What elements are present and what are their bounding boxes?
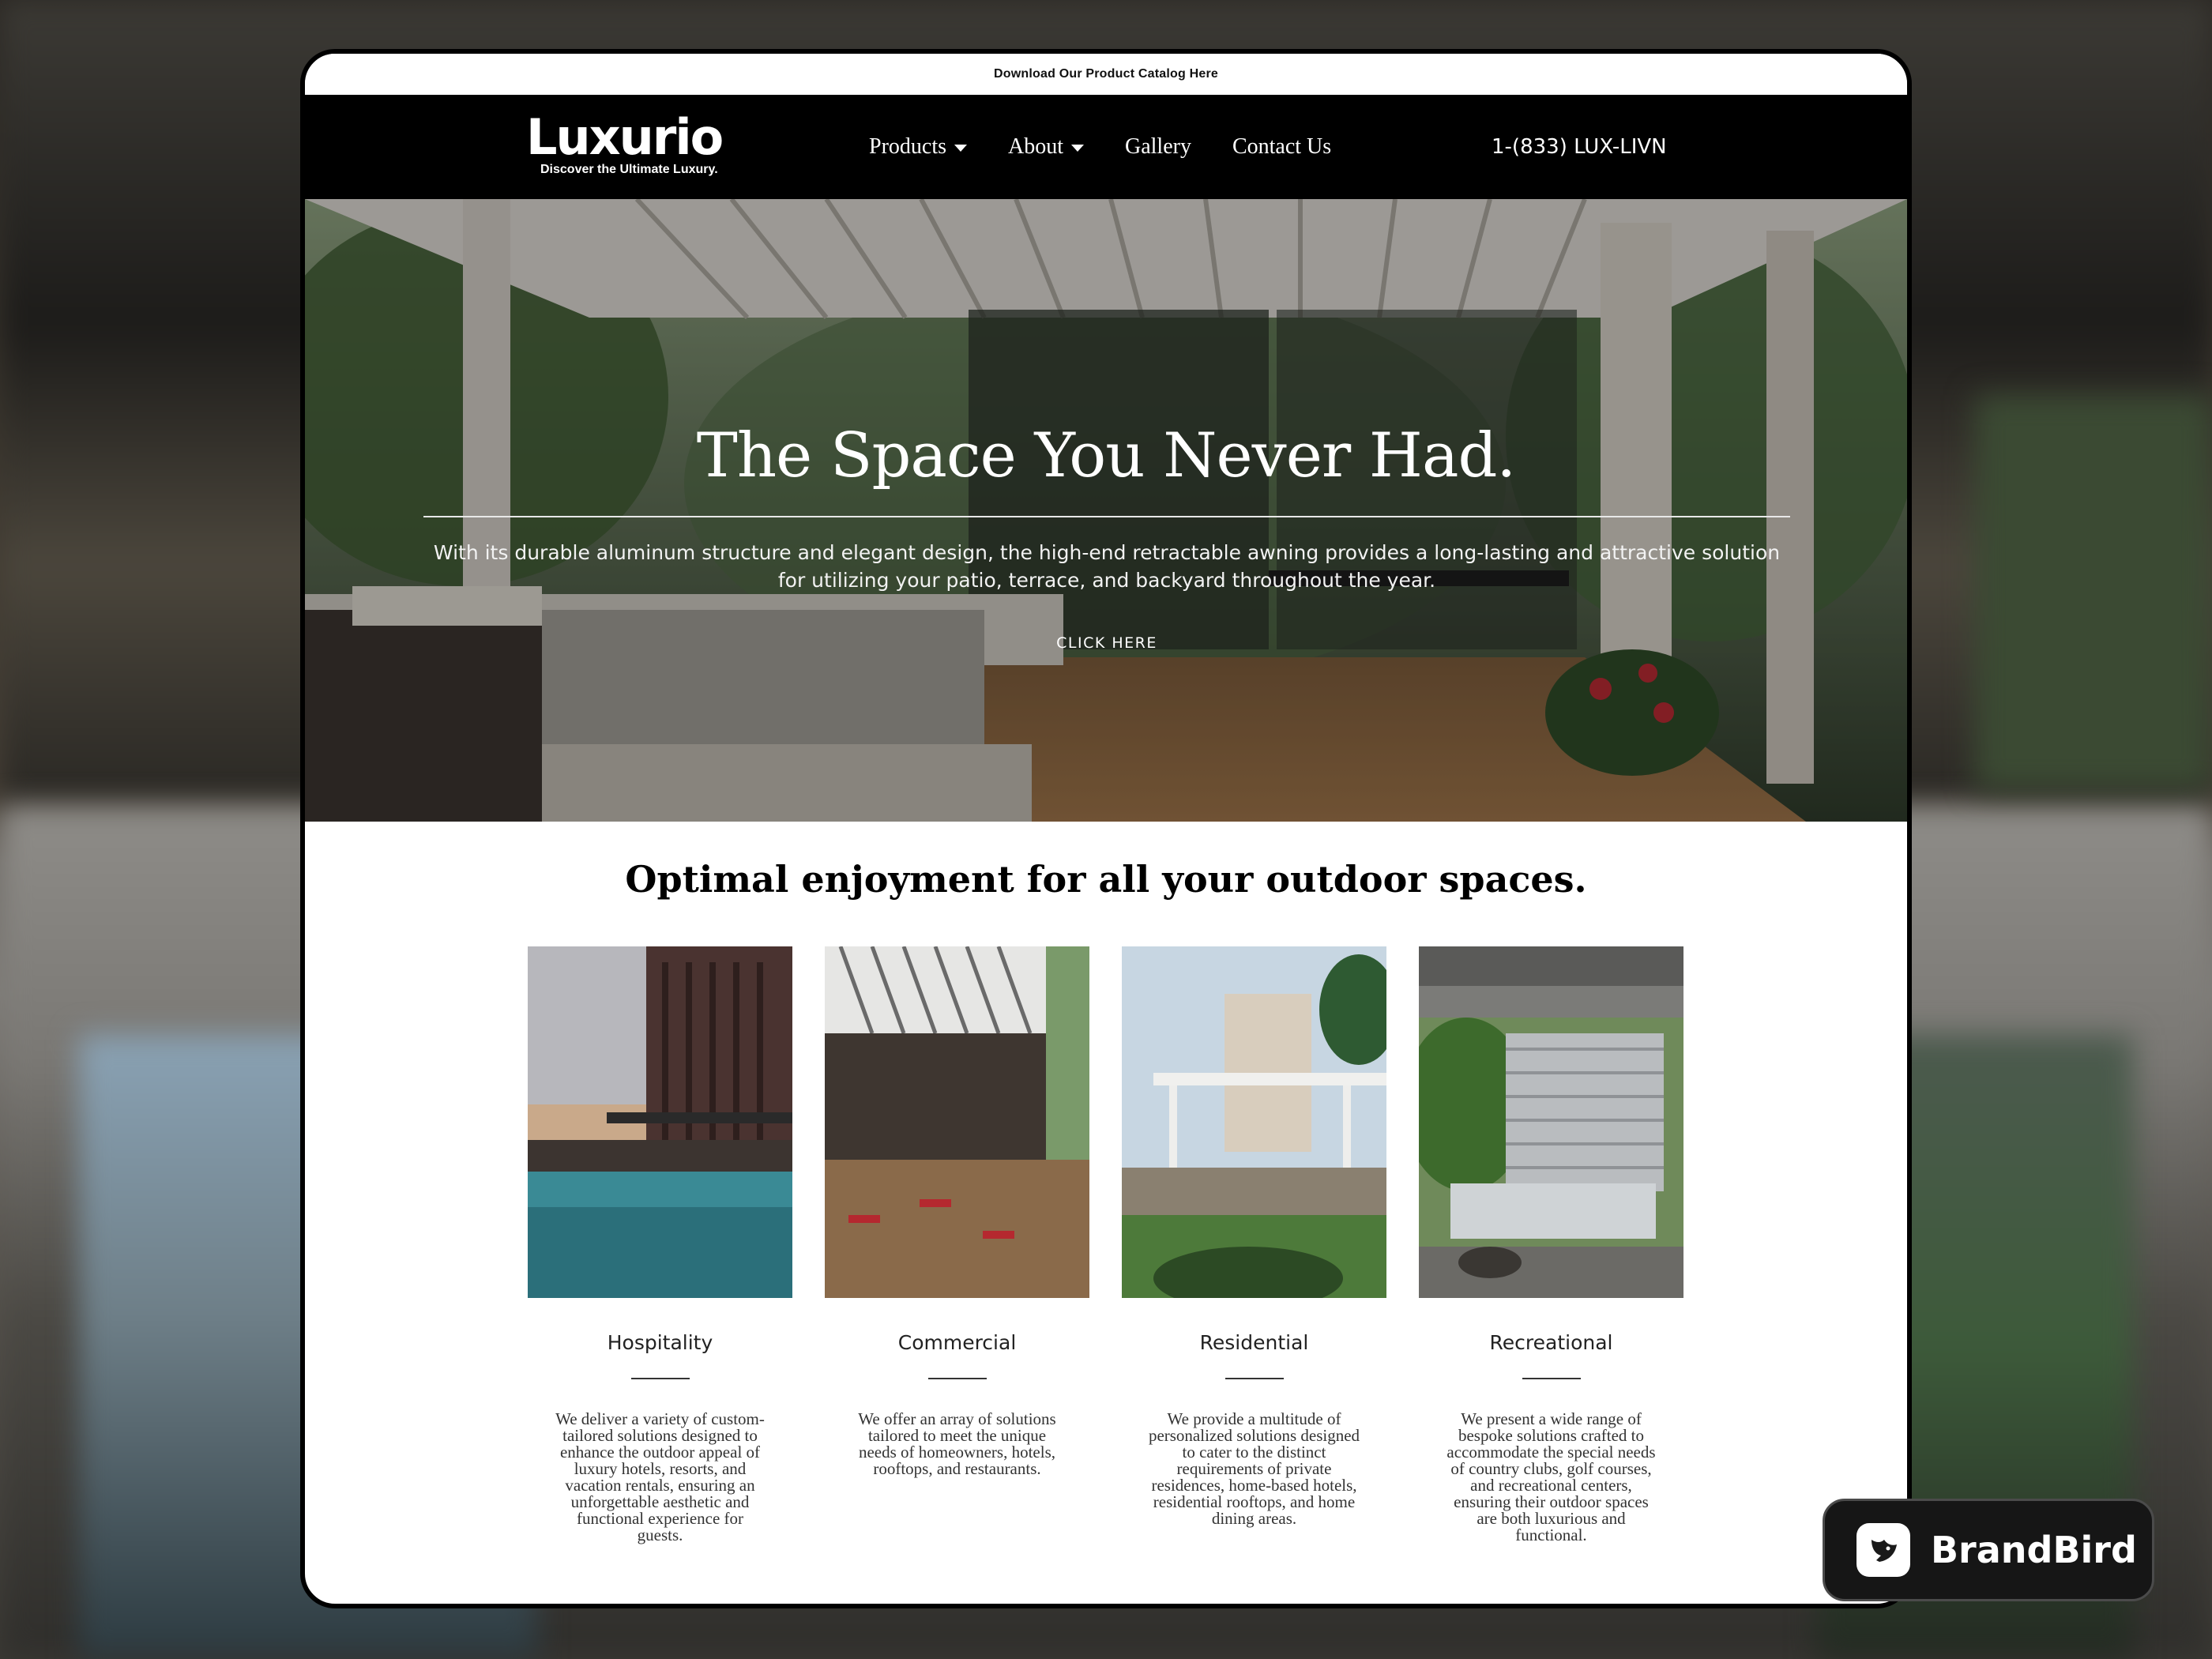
- card-description: We present a wide range of bespoke solut…: [1446, 1409, 1656, 1544]
- nav-item-label[interactable]: Contact Us: [1232, 134, 1331, 160]
- card-title: Residential: [1199, 1331, 1309, 1354]
- card-description: We offer an array of solutions tailored …: [858, 1409, 1056, 1478]
- card-divider: [927, 1378, 987, 1379]
- hero-subtitle: With its durable aluminum structure and …: [433, 541, 1781, 592]
- background-blur-foliage: [1975, 395, 2212, 790]
- card-title: Recreational: [1489, 1331, 1613, 1354]
- card-recreational[interactable]: Recreational We present a wide range of …: [1419, 946, 1683, 1544]
- card-commercial[interactable]: Commercial We offer an array of solution…: [825, 946, 1089, 1544]
- caret-down-icon[interactable]: [1071, 145, 1084, 152]
- card-divider: [630, 1378, 690, 1379]
- nav-menu: Products About Gallery Contact Us: [869, 95, 1331, 199]
- brandbird-watermark: BrandBird: [1823, 1499, 2154, 1601]
- card-description: We provide a multitude of personalized s…: [1148, 1409, 1360, 1528]
- card-description: We deliver a variety of custom-tailored …: [555, 1409, 765, 1544]
- section-title: Optimal enjoyment for all your outdoor s…: [625, 858, 1587, 901]
- brandbird-label: BrandBird: [1931, 1529, 2137, 1571]
- hero-divider: [423, 516, 1790, 517]
- card-residential[interactable]: Residential We provide a multitude of pe…: [1122, 946, 1386, 1544]
- card-divider: [1224, 1378, 1284, 1379]
- card-title: Hospitality: [607, 1331, 713, 1354]
- catalog-download-label[interactable]: Download Our Product Catalog Here: [994, 67, 1218, 81]
- hero-cta-button[interactable]: CLICK HERE: [1028, 627, 1186, 659]
- caret-down-icon[interactable]: [954, 145, 967, 152]
- hero-banner: The Space You Never Had. With its durabl…: [305, 199, 1907, 822]
- nav-item-products[interactable]: Products: [869, 134, 967, 160]
- nav-item-label[interactable]: About: [1008, 134, 1063, 160]
- nav-item-label[interactable]: Products: [869, 134, 946, 160]
- card-title: Commercial: [897, 1331, 1017, 1354]
- bird-logo-icon: [1856, 1523, 1910, 1577]
- commercial-image[interactable]: [825, 946, 1089, 1298]
- nav-item-contact[interactable]: Contact Us: [1232, 134, 1331, 160]
- card-hospitality[interactable]: Hospitality We deliver a variety of cust…: [528, 946, 792, 1544]
- logo[interactable]: Luxurio Discover the Ultimate Luxury.: [526, 112, 755, 177]
- recreational-image[interactable]: [1419, 946, 1683, 1298]
- hero-background-image: [305, 199, 1907, 822]
- website-frame: Download Our Product Catalog Here Luxuri…: [300, 49, 1912, 1608]
- nav-item-about[interactable]: About: [1008, 134, 1084, 160]
- logo-tagline: Discover the Ultimate Luxury.: [540, 163, 718, 176]
- phone-number-link[interactable]: 1-(833) LUX-LIVN: [1492, 95, 1667, 199]
- nav-item-label[interactable]: Gallery: [1125, 134, 1191, 160]
- hospitality-image[interactable]: [528, 946, 792, 1298]
- catalog-download-link[interactable]: Download Our Product Catalog Here: [305, 54, 1907, 95]
- logo-wordmark[interactable]: Luxurio: [526, 112, 755, 163]
- hero-title: The Space You Never Had.: [696, 420, 1516, 491]
- segment-cards: Hospitality We deliver a variety of cust…: [528, 946, 1683, 1544]
- residential-image[interactable]: [1122, 946, 1386, 1298]
- main-navigation: Luxurio Discover the Ultimate Luxury. Pr…: [305, 95, 1907, 199]
- nav-item-gallery[interactable]: Gallery: [1125, 134, 1191, 160]
- card-divider: [1522, 1378, 1581, 1379]
